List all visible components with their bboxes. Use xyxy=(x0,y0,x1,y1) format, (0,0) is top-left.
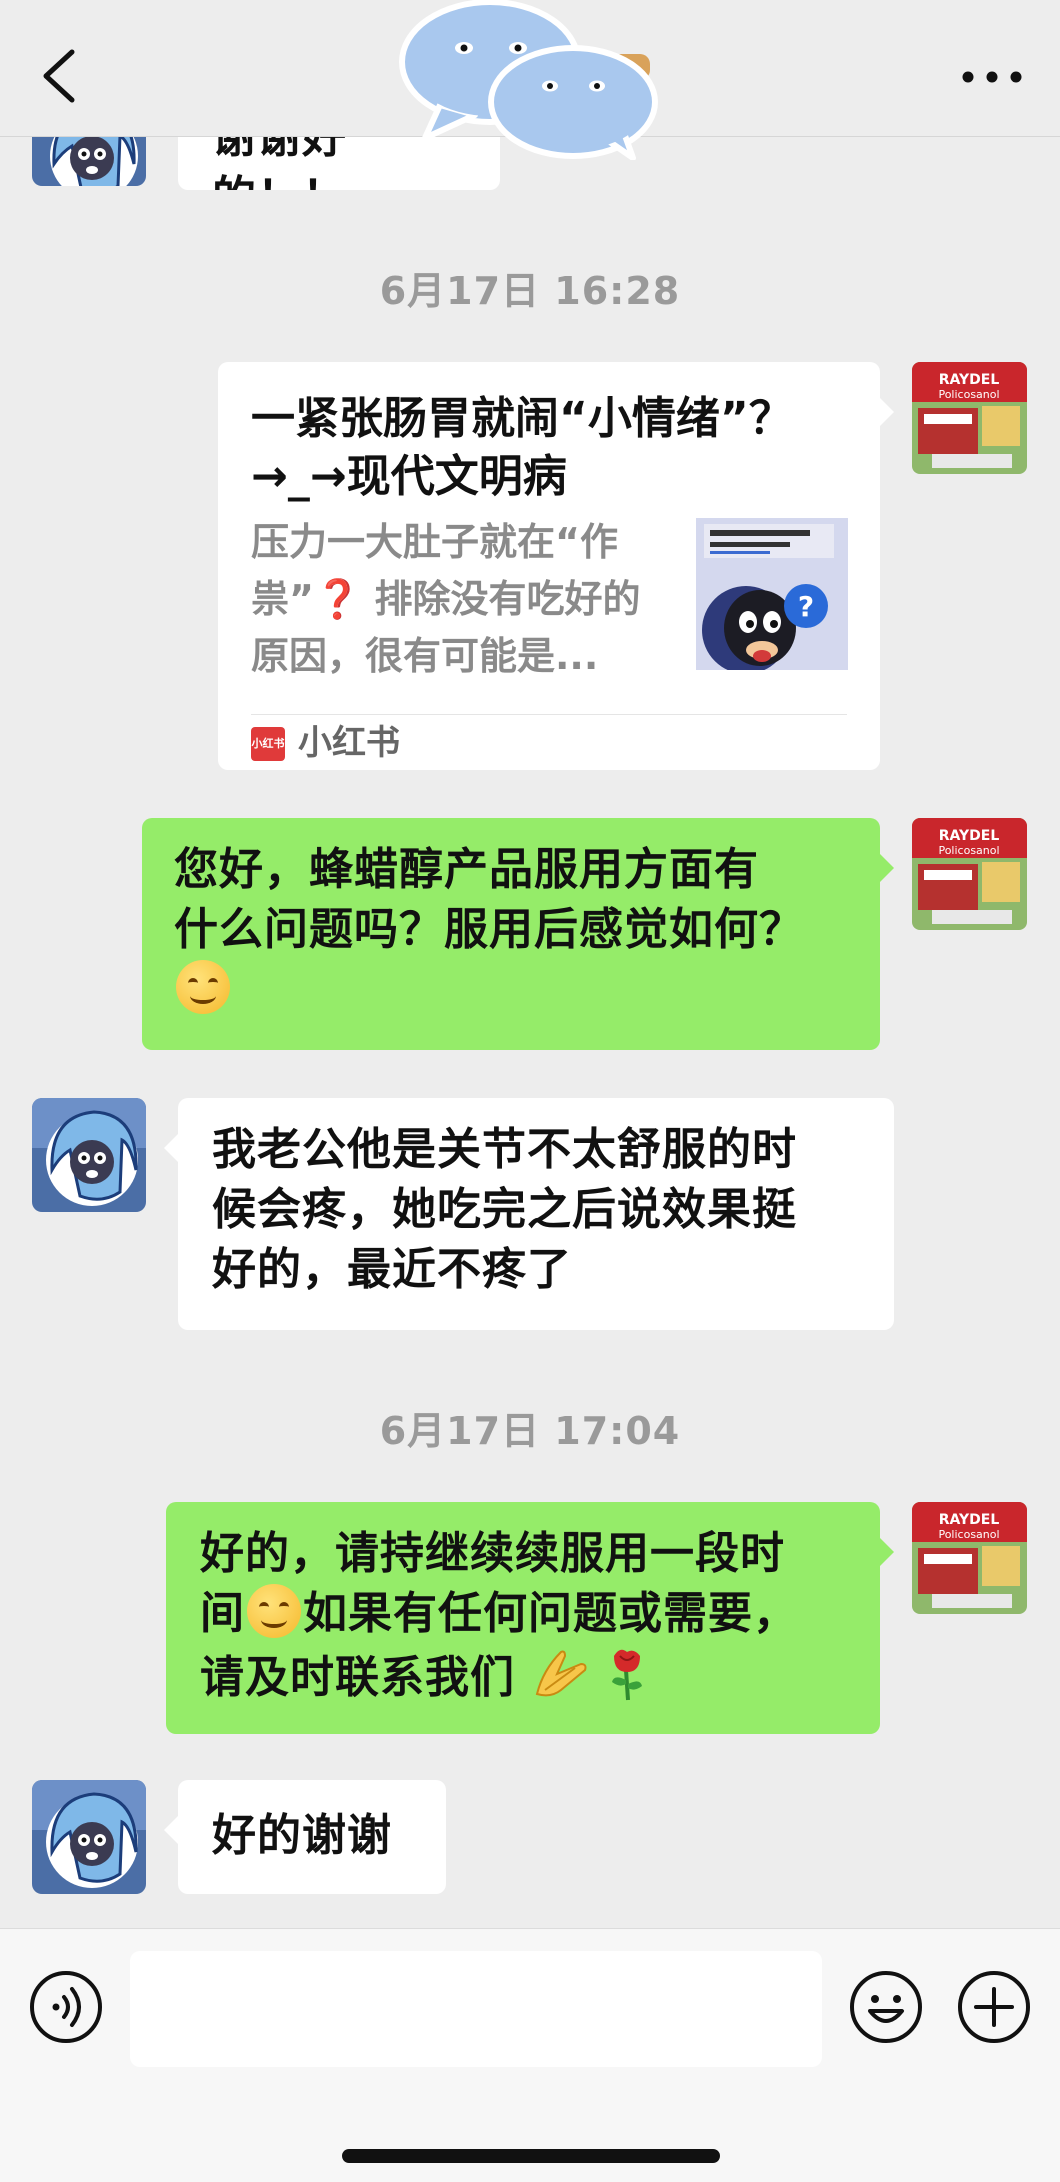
smile-emoji-icon xyxy=(247,1584,301,1638)
own-avatar[interactable]: RAYDEL Policosanol xyxy=(912,1502,1027,1614)
message-bubble-sent[interactable]: 您好，蜂蜡醇产品服用方面有 什么问题吗？服用后感觉如何？ xyxy=(142,818,894,1050)
contact-avatar[interactable] xyxy=(32,1780,146,1894)
rose-emoji-icon xyxy=(611,1649,642,1701)
message-bubble-received[interactable]: 我老公他是关节不太舒服的时 候会疼，她吃完之后说效果挺 好的，最近不疼了 xyxy=(164,1098,894,1330)
product-avatar-icon: RAYDEL Policosanol xyxy=(912,362,1027,474)
pray-hands-emoji-icon xyxy=(536,1650,587,1697)
avatar-icon xyxy=(32,1098,146,1212)
message-text-line: 您好，蜂蜡醇产品服用方面有 xyxy=(174,844,759,895)
more-actions-plus-icon[interactable] xyxy=(956,1969,1032,2045)
svg-text:RAYDEL: RAYDEL xyxy=(939,828,1000,844)
svg-text:RAYDEL: RAYDEL xyxy=(939,1512,1000,1528)
message-bubble-sent[interactable]: 好的，请持继续续服用一段时 间 如果有任何问题或需要， 请及时联系我们 xyxy=(166,1502,894,1734)
message-text-line: 什么问题吗？服用后感觉如何？ xyxy=(174,904,804,955)
message-text-line: 我老公他是关节不太舒服的时 xyxy=(212,1124,797,1175)
message-text-segment: 间 xyxy=(200,1588,245,1639)
timestamp: 6月17日 16:28 xyxy=(379,269,681,313)
message-text-line: 好的，最近不疼了 xyxy=(212,1244,572,1295)
wechat-logo-icon xyxy=(399,0,658,160)
home-indicator[interactable] xyxy=(342,2149,720,2163)
product-avatar-icon: RAYDEL Policosanol xyxy=(912,1502,1027,1614)
own-avatar[interactable]: RAYDEL Policosanol xyxy=(912,362,1027,474)
svg-text:Policosanol: Policosanol xyxy=(938,1528,999,1541)
svg-text:RAYDEL: RAYDEL xyxy=(939,372,1000,388)
svg-text:?: ? xyxy=(798,590,814,623)
smile-emoji-icon xyxy=(174,960,848,1020)
message-text-line: 间 如果有任何问题或需要， xyxy=(200,1584,846,1644)
voice-input-icon[interactable] xyxy=(28,1969,104,2045)
xiaohongshu-icon: 小红书 xyxy=(251,727,285,761)
link-card-thumbnail: ? xyxy=(696,518,848,670)
contact-avatar[interactable] xyxy=(32,1098,146,1212)
message-text-segment: 如果有任何问题或需要， xyxy=(303,1588,798,1639)
svg-text:Policosanol: Policosanol xyxy=(938,844,999,857)
timestamp: 6月17日 17:04 xyxy=(379,1409,681,1453)
link-card-source: 小红书 xyxy=(298,723,400,763)
svg-text:Policosanol: Policosanol xyxy=(938,388,999,401)
avatar-icon xyxy=(32,1780,146,1894)
message-text-line: 请及时联系我们 xyxy=(200,1644,846,1708)
link-card-description: 压力一大肚子就在“作祟”❓ 排除没有吃好的原因，很有可能是... xyxy=(251,520,641,678)
message-input[interactable] xyxy=(130,1951,822,2067)
message-text-line: 候会疼，她吃完之后说效果挺 xyxy=(212,1184,797,1235)
product-avatar-icon: RAYDEL Policosanol xyxy=(912,818,1027,930)
back-icon[interactable] xyxy=(36,46,80,106)
input-bar xyxy=(0,1928,1060,2182)
message-text-segment: 请及时联系我们 xyxy=(200,1652,515,1703)
link-card-title: 一紧张肠胃就闹“小情绪”？→_→现代文明病 xyxy=(251,393,793,502)
own-avatar[interactable]: RAYDEL Policosanol xyxy=(912,818,1027,930)
message-text: 好的谢谢 xyxy=(212,1810,392,1861)
more-options-icon[interactable] xyxy=(960,62,1024,92)
emoji-picker-icon[interactable] xyxy=(848,1969,924,2045)
link-card[interactable]: 一紧张肠胃就闹“小情绪”？→_→现代文明病 压力一大肚子就在“作祟”❓ 排除没有… xyxy=(218,362,894,770)
card-divider xyxy=(251,714,847,715)
message-bubble-received[interactable]: 好的谢谢 xyxy=(164,1780,446,1894)
message-text-line: 好的，请持继续续服用一段时 xyxy=(200,1528,785,1579)
